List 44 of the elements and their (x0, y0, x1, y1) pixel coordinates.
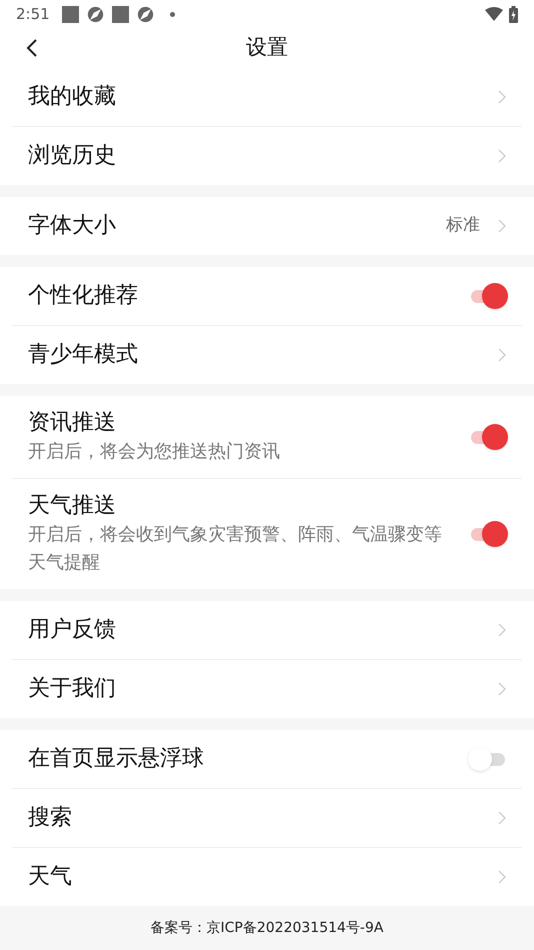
row-value: 标准 (446, 214, 480, 238)
settings-row[interactable]: 天气推送 开启后，将会收到气象灾害预警、阵雨、气温骤变等天气提醒 (0, 479, 534, 589)
row-description: 开启后，将会收到气象灾害预警、阵雨、气温骤变等天气提醒 (28, 523, 443, 575)
chevron-right-icon (498, 219, 506, 233)
row-label: 天气推送 (28, 492, 117, 520)
row-label: 搜索 (28, 804, 73, 832)
settings-row[interactable]: 搜索 (0, 789, 534, 847)
chevron-right-icon (498, 682, 506, 696)
settings-row[interactable]: 用户反馈 (0, 601, 534, 659)
settings-row[interactable]: 天气 (0, 848, 534, 906)
wifi-icon (485, 7, 503, 21)
settings-row[interactable]: 青少年模式 (0, 326, 534, 384)
settings-row[interactable]: 资讯推送 开启后，将会为您推送热门资讯 (0, 396, 534, 478)
row-label: 资讯推送 (28, 409, 117, 437)
chevron-right-icon (498, 623, 506, 637)
row-label: 字体大小 (28, 212, 117, 240)
square-notification-icon (62, 6, 79, 22)
page-title: 设置 (246, 34, 288, 62)
chevron-right-icon (498, 90, 506, 104)
row-label: 青少年模式 (28, 341, 139, 369)
row-label: 关于我们 (28, 675, 117, 703)
chevron-right-icon (498, 811, 506, 825)
row-label: 个性化推荐 (28, 282, 139, 310)
settings-row[interactable]: 我的收藏 (0, 68, 534, 126)
status-time: 2:51 (16, 4, 50, 25)
chevron-right-icon (498, 348, 506, 362)
settings-row[interactable]: 浏览历史 (0, 127, 534, 185)
row-label: 在首页显示悬浮球 (28, 745, 205, 773)
settings-row[interactable]: 在首页显示悬浮球 (0, 730, 534, 788)
footer-text: 备案号：京ICP备2022031514号-9A (150, 918, 384, 938)
settings-row[interactable]: 关于我们 (0, 660, 534, 718)
aperture-notification-icon (136, 6, 154, 22)
row-description: 开启后，将会为您推送热门资讯 (28, 440, 281, 464)
settings-row[interactable]: 个性化推荐 (0, 267, 534, 325)
row-label: 浏览历史 (28, 142, 117, 170)
chevron-right-icon (498, 149, 506, 163)
square-notification-icon (112, 6, 129, 22)
row-label: 天气 (28, 863, 73, 891)
aperture-notification-icon (86, 6, 104, 22)
row-label: 我的收藏 (28, 83, 117, 111)
battery-icon (509, 6, 518, 22)
chevron-right-icon (498, 870, 506, 884)
row-label: 用户反馈 (28, 616, 117, 644)
settings-row[interactable]: 字体大小 标准 (0, 197, 534, 255)
